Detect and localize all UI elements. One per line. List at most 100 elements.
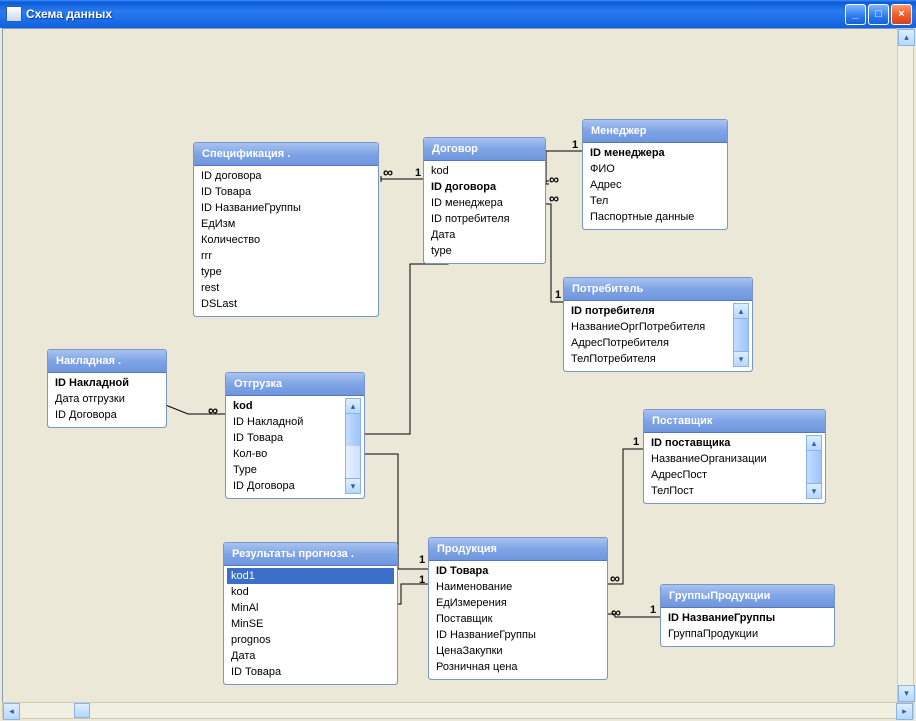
field[interactable]: ID Договора: [229, 478, 343, 494]
field[interactable]: Поставщик: [432, 611, 604, 627]
vertical-scrollbar[interactable]: ▴ ▾: [897, 28, 914, 703]
field[interactable]: kod: [427, 163, 542, 179]
table-header[interactable]: Отгрузка: [226, 373, 364, 396]
field[interactable]: rrr: [197, 248, 375, 264]
relation-one: 1: [415, 167, 421, 179]
table-header[interactable]: Накладная .: [48, 350, 166, 373]
field[interactable]: Дата отгрузки: [51, 391, 163, 407]
field[interactable]: ГруппаПродукции: [664, 626, 831, 642]
table-scrollbar[interactable]: ▴ ▾: [806, 435, 822, 499]
table-scrollbar[interactable]: ▴ ▾: [345, 398, 361, 494]
table-dogovor[interactable]: Договор kod ID договора ID менеджера ID …: [423, 137, 546, 264]
field[interactable]: Кол-во: [229, 446, 343, 462]
field[interactable]: ТелПост: [647, 483, 804, 499]
table-header[interactable]: ГруппыПродукции: [661, 585, 834, 608]
field[interactable]: ID Накладной: [229, 414, 343, 430]
field[interactable]: Наименование: [432, 579, 604, 595]
field[interactable]: Количество: [197, 232, 375, 248]
scroll-right-icon[interactable]: ▸: [896, 703, 913, 720]
table-nakladnaya[interactable]: Накладная . ID Накладной Дата отгрузки I…: [47, 349, 167, 428]
field-pk[interactable]: ID потребителя: [567, 303, 731, 319]
table-scrollbar[interactable]: ▴ ▾: [733, 303, 749, 367]
field[interactable]: ID менеджера: [427, 195, 542, 211]
field[interactable]: ID НазваниеГруппы: [197, 200, 375, 216]
table-spec[interactable]: Спецификация . ID договора ID Товара ID …: [193, 142, 379, 317]
field[interactable]: type: [427, 243, 542, 259]
field[interactable]: DSLast: [197, 296, 375, 312]
field[interactable]: ID НазваниеГруппы: [432, 627, 604, 643]
table-manager[interactable]: Менеджер ID менеджера ФИО Адрес Тел Пасп…: [582, 119, 728, 230]
table-header[interactable]: Потребитель: [564, 278, 752, 301]
field[interactable]: ТелПотребителя: [567, 351, 731, 367]
field[interactable]: Тел: [586, 193, 724, 209]
table-header[interactable]: Результаты прогноза .: [224, 543, 397, 566]
scroll-left-icon[interactable]: ◂: [3, 703, 20, 720]
field-pk[interactable]: ID договора: [427, 179, 542, 195]
scroll-down-icon[interactable]: ▾: [733, 351, 749, 367]
relation-many: ∞: [549, 171, 559, 187]
relation-one: 1: [572, 139, 578, 151]
scroll-up-icon[interactable]: ▴: [806, 435, 822, 451]
scroll-up-icon[interactable]: ▴: [898, 29, 915, 46]
table-group[interactable]: ГруппыПродукции ID НазваниеГруппы Группа…: [660, 584, 835, 647]
field[interactable]: ID Товара: [229, 430, 343, 446]
field[interactable]: type: [197, 264, 375, 280]
table-header[interactable]: Договор: [424, 138, 545, 161]
field[interactable]: ID договора: [197, 168, 375, 184]
field-pk[interactable]: kod: [229, 398, 343, 414]
field[interactable]: ID Договора: [51, 407, 163, 423]
relation-many: ∞: [208, 402, 218, 418]
field[interactable]: Type: [229, 462, 343, 478]
table-header[interactable]: Менеджер: [583, 120, 727, 143]
field[interactable]: ID Товара: [197, 184, 375, 200]
scroll-up-icon[interactable]: ▴: [733, 303, 749, 319]
field[interactable]: ЦенаЗакупки: [432, 643, 604, 659]
field-pk[interactable]: ID НазваниеГруппы: [664, 610, 831, 626]
field-pk[interactable]: ID менеджера: [586, 145, 724, 161]
close-button[interactable]: ×: [891, 4, 912, 25]
relation-many: ∞: [611, 604, 621, 620]
minimize-button[interactable]: _: [845, 4, 866, 25]
field[interactable]: НазваниеОрганизации: [647, 451, 804, 467]
field[interactable]: kod: [227, 584, 394, 600]
table-potreb[interactable]: Потребитель ID потребителя НазваниеОргПо…: [563, 277, 753, 372]
horizontal-scrollbar[interactable]: ◂ ▸: [2, 702, 914, 719]
scroll-down-icon[interactable]: ▾: [806, 483, 822, 499]
field[interactable]: MinAl: [227, 600, 394, 616]
field[interactable]: MinSE: [227, 616, 394, 632]
field[interactable]: ID Товара: [227, 664, 394, 680]
scroll-down-icon[interactable]: ▾: [345, 478, 361, 494]
field[interactable]: Паспортные данные: [586, 209, 724, 225]
field[interactable]: ЕдИзм: [197, 216, 375, 232]
app-icon: [6, 6, 22, 22]
scroll-down-icon[interactable]: ▾: [898, 685, 915, 702]
field[interactable]: ID потребителя: [427, 211, 542, 227]
field[interactable]: ФИО: [586, 161, 724, 177]
table-otgruzka[interactable]: Отгрузка kod ID Накладной ID Товара Кол-…: [225, 372, 365, 499]
field[interactable]: Дата: [427, 227, 542, 243]
scroll-thumb[interactable]: [74, 703, 90, 718]
table-header[interactable]: Спецификация .: [194, 143, 378, 166]
relation-one: 1: [555, 289, 561, 301]
diagram-canvas[interactable]: 1 ∞ 1 ∞ 1 ∞ 1 ∞ 1 1 1 ∞ 1 ∞ Спецификация…: [2, 28, 914, 703]
scroll-up-icon[interactable]: ▴: [345, 398, 361, 414]
table-postavshik[interactable]: Поставщик ID поставщика НазваниеОрганиза…: [643, 409, 826, 504]
table-header[interactable]: Продукция: [429, 538, 607, 561]
field[interactable]: Адрес: [586, 177, 724, 193]
field-pk[interactable]: ID Накладной: [51, 375, 163, 391]
field[interactable]: НазваниеОргПотребителя: [567, 319, 731, 335]
table-product[interactable]: Продукция ID Товара Наименование ЕдИзмер…: [428, 537, 608, 680]
table-prognoz[interactable]: Результаты прогноза . kod1 kod MinAl Min…: [223, 542, 398, 685]
maximize-button[interactable]: □: [868, 4, 889, 25]
field[interactable]: rest: [197, 280, 375, 296]
field[interactable]: prognos: [227, 632, 394, 648]
field-pk[interactable]: ID поставщика: [647, 435, 804, 451]
table-header[interactable]: Поставщик: [644, 410, 825, 433]
field[interactable]: Розничная цена: [432, 659, 604, 675]
field[interactable]: Дата: [227, 648, 394, 664]
field-pk[interactable]: ID Товара: [432, 563, 604, 579]
field-selected[interactable]: kod1: [227, 568, 394, 584]
field[interactable]: ЕдИзмерения: [432, 595, 604, 611]
field[interactable]: АдресПост: [647, 467, 804, 483]
field[interactable]: АдресПотребителя: [567, 335, 731, 351]
